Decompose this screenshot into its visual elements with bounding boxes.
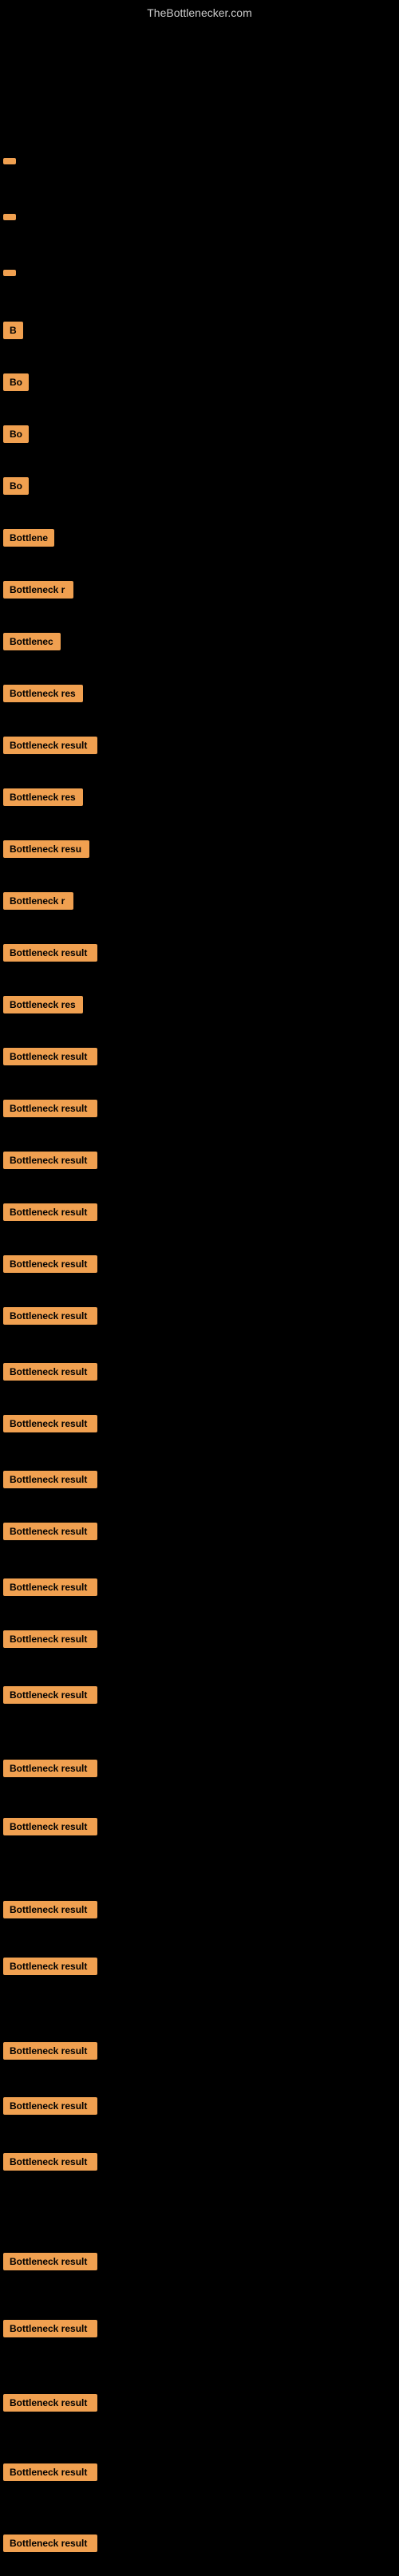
list-item: Bottleneck result (3, 2042, 97, 2060)
site-title: TheBottlenecker.com (0, 0, 399, 22)
list-item: Bottleneck result (3, 1686, 97, 1704)
bottleneck-result-badge[interactable]: Bottleneck result (3, 944, 97, 962)
bottleneck-result-badge[interactable]: Bottleneck r (3, 581, 73, 599)
list-item (3, 158, 16, 164)
list-item: Bottleneck result (3, 1152, 97, 1169)
bottleneck-result-badge[interactable]: Bottleneck result (3, 2463, 97, 2481)
list-item (3, 270, 16, 276)
list-item: Bottleneck result (3, 1760, 97, 1777)
bottleneck-result-badge[interactable]: Bottleneck result (3, 1818, 97, 1835)
bottleneck-result-badge[interactable]: Bottleneck result (3, 1048, 97, 1065)
bottleneck-result-badge[interactable]: Bottleneck result (3, 1152, 97, 1169)
list-item: Bottleneck result (3, 1578, 97, 1596)
list-item: Bottleneck result (3, 1818, 97, 1835)
list-item: Bottleneck result (3, 1307, 97, 1325)
bottleneck-result-badge[interactable]: Bottleneck result (3, 2320, 97, 2337)
list-item: B (3, 322, 23, 339)
list-item: Bottleneck result (3, 1100, 97, 1117)
bottleneck-result-badge[interactable]: Bo (3, 373, 29, 391)
bottleneck-result-badge[interactable]: Bottleneck result (3, 1307, 97, 1325)
bottleneck-result-badge[interactable]: Bottleneck result (3, 1630, 97, 1648)
list-item: Bottleneck result (3, 2463, 97, 2481)
list-item: Bottleneck result (3, 2535, 97, 2552)
bottleneck-result-badge[interactable]: Bottleneck result (3, 2535, 97, 2552)
list-item: Bottleneck result (3, 2153, 97, 2171)
list-item: Bottleneck result (3, 1363, 97, 1381)
list-item: Bottleneck result (3, 1523, 97, 1540)
bottleneck-result-badge[interactable]: Bottleneck result (3, 1578, 97, 1596)
bottleneck-result-badge[interactable] (3, 270, 16, 276)
bottleneck-result-badge[interactable]: Bottleneck result (3, 1363, 97, 1381)
bottleneck-result-badge[interactable]: Bottleneck result (3, 2253, 97, 2270)
list-item: Bottleneck res (3, 996, 83, 1013)
list-item: Bottlene (3, 529, 54, 547)
bottleneck-result-badge[interactable]: Bottleneck result (3, 1686, 97, 1704)
list-item: Bottleneck result (3, 2394, 97, 2412)
bottleneck-result-badge[interactable]: Bottlenec (3, 633, 61, 650)
bottleneck-result-badge[interactable]: Bottleneck result (3, 1100, 97, 1117)
bottleneck-result-badge[interactable]: Bottleneck result (3, 1415, 97, 1432)
bottleneck-result-badge[interactable]: Bottleneck result (3, 1471, 97, 1488)
list-item: Bottleneck result (3, 1630, 97, 1648)
bottleneck-result-badge[interactable]: Bottleneck res (3, 788, 83, 806)
bottleneck-result-badge[interactable]: Bottleneck result (3, 2042, 97, 2060)
list-item: Bottleneck result (3, 2320, 97, 2337)
list-item: Bottleneck result (3, 1471, 97, 1488)
list-item: Bottleneck result (3, 1048, 97, 1065)
bottleneck-result-badge[interactable]: Bottleneck result (3, 1760, 97, 1777)
list-item: Bottleneck res (3, 788, 83, 806)
bottleneck-result-badge[interactable]: Bottleneck result (3, 1901, 97, 1918)
bottleneck-result-badge[interactable]: Bottleneck result (3, 1203, 97, 1221)
badges-container: B Bo Bo Bo Bottlene Bottleneck r Bottlenec Bott… (0, 22, 399, 2576)
list-item: Bottleneck resu (3, 840, 89, 858)
list-item: Bottleneck result (3, 1901, 97, 1918)
list-item: Bottleneck result (3, 2097, 97, 2115)
list-item: Bo (3, 373, 29, 391)
bottleneck-result-badge[interactable]: Bottleneck resu (3, 840, 89, 858)
list-item: Bottleneck result (3, 2253, 97, 2270)
bottleneck-result-badge[interactable]: Bottleneck r (3, 892, 73, 910)
list-item: Bottleneck r (3, 581, 73, 599)
bottleneck-result-badge[interactable]: Bo (3, 477, 29, 495)
list-item: Bottleneck result (3, 1255, 97, 1273)
bottleneck-result-badge[interactable]: Bottlene (3, 529, 54, 547)
bottleneck-result-badge[interactable]: Bottleneck res (3, 996, 83, 1013)
list-item: Bottleneck r (3, 892, 73, 910)
bottleneck-result-badge[interactable]: Bottleneck res (3, 685, 83, 702)
list-item: Bottleneck result (3, 944, 97, 962)
list-item: Bottleneck result (3, 1415, 97, 1432)
list-item: Bottleneck res (3, 685, 83, 702)
bottleneck-result-badge[interactable]: Bottleneck result (3, 1958, 97, 1975)
list-item: Bottleneck result (3, 737, 97, 754)
list-item: Bottleneck result (3, 1958, 97, 1975)
list-item (3, 214, 16, 220)
bottleneck-result-badge[interactable] (3, 158, 16, 164)
list-item: Bo (3, 425, 29, 443)
bottleneck-result-badge[interactable]: Bo (3, 425, 29, 443)
bottleneck-result-badge[interactable] (3, 214, 16, 220)
bottleneck-result-badge[interactable]: Bottleneck result (3, 1523, 97, 1540)
bottleneck-result-badge[interactable]: Bottleneck result (3, 2097, 97, 2115)
bottleneck-result-badge[interactable]: Bottleneck result (3, 2394, 97, 2412)
bottleneck-result-badge[interactable]: Bottleneck result (3, 1255, 97, 1273)
bottleneck-result-badge[interactable]: Bottleneck result (3, 737, 97, 754)
bottleneck-result-badge[interactable]: B (3, 322, 23, 339)
bottleneck-result-badge[interactable]: Bottleneck result (3, 2153, 97, 2171)
list-item: Bottlenec (3, 633, 61, 650)
list-item: Bottleneck result (3, 1203, 97, 1221)
list-item: Bo (3, 477, 29, 495)
